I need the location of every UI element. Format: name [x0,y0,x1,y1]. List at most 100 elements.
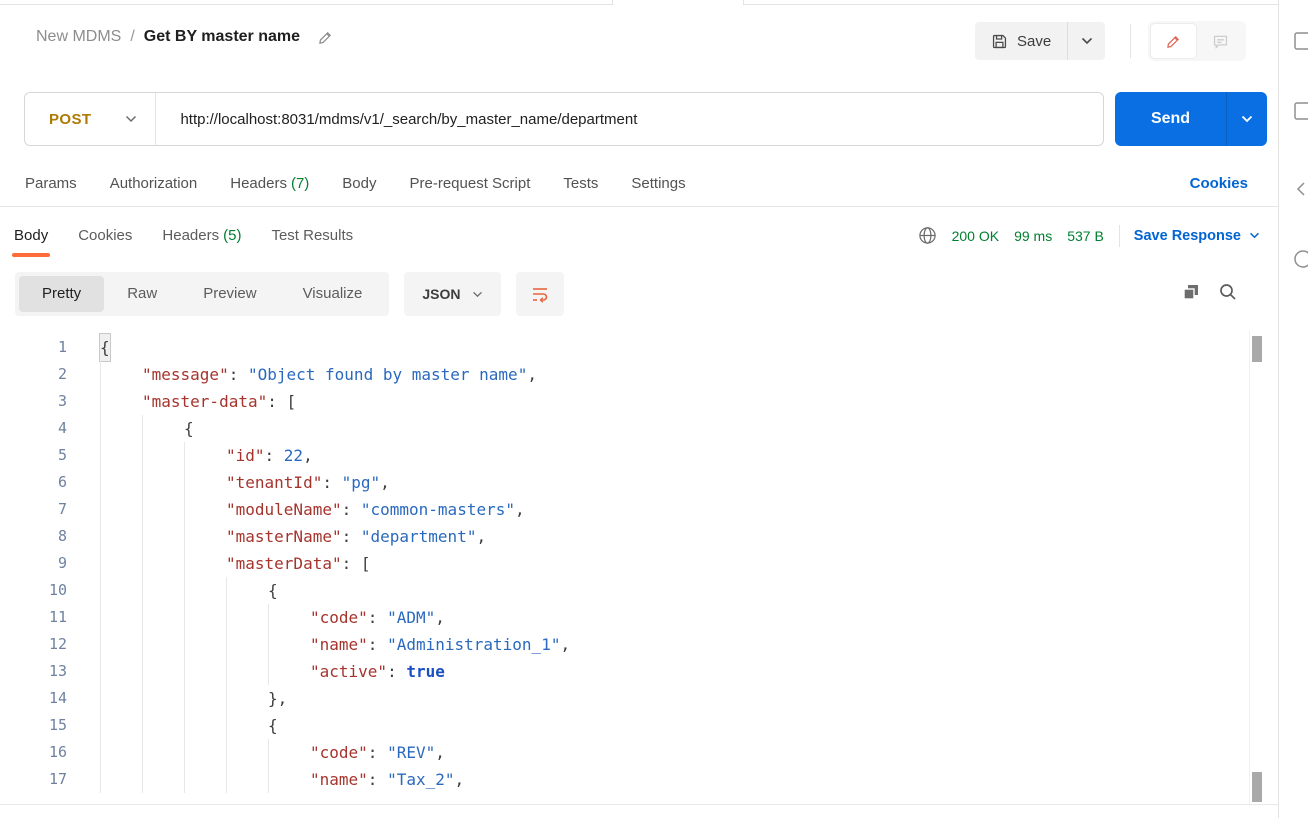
globe-icon[interactable] [918,226,937,245]
comments-panel-icon[interactable] [1293,101,1308,121]
save-response-button[interactable]: Save Response [1126,228,1260,244]
indent-guide [142,550,184,577]
indent-guide [268,604,310,631]
edit-mode-button[interactable] [1151,24,1196,58]
request-tab-body[interactable]: Body [342,175,376,192]
indent-guide [184,631,226,658]
indent-guide [184,739,226,766]
url-input[interactable] [180,111,1091,128]
code-line: 7"moduleName": "common-masters", [0,496,1248,523]
line-number: 6 [0,469,67,496]
status-badge[interactable]: 200 OK [952,228,999,244]
indent-guide [184,496,226,523]
send-button-group: Send [1115,92,1267,146]
response-tab-body[interactable]: Body [14,212,48,259]
search-icon[interactable] [1218,282,1238,302]
scrollbar-thumb[interactable] [1252,336,1262,362]
tab-divider [612,0,613,5]
view-mode-visualize[interactable]: Visualize [280,276,386,312]
indent-guide [100,631,142,658]
indent-guide [100,604,142,631]
scrollbar-thumb[interactable] [1252,772,1262,802]
indent-guide [142,523,184,550]
response-tab-test-results[interactable]: Test Results [271,212,353,259]
chevron-left-icon[interactable] [1293,179,1308,199]
cookies-link[interactable]: Cookies [1190,160,1248,207]
indent-guide [142,685,184,712]
response-tab-cookies[interactable]: Cookies [78,212,132,259]
comment-icon [1212,33,1229,50]
indent-guide [100,415,142,442]
language-selector[interactable]: JSON [404,272,501,316]
breadcrumb-collection[interactable]: New MDMS [36,28,121,46]
line-number: 13 [0,658,67,685]
code-line: 11"code": "ADM", [0,604,1248,631]
indent-guide [100,739,142,766]
chevron-down-icon [1241,115,1253,123]
indent-guide [184,550,226,577]
request-tab-settings[interactable]: Settings [631,175,685,192]
indent-guide [100,685,142,712]
help-icon[interactable] [1293,249,1308,269]
code-line: 3"master-data": [ [0,388,1248,415]
indent-guide [100,712,142,739]
active-tab-underline [12,253,50,257]
view-mode-preview[interactable]: Preview [180,276,279,312]
meta-divider [1119,225,1120,247]
code-line: 5"id": 22, [0,442,1248,469]
response-body-code[interactable]: 1{2"message": "Object found by master na… [0,331,1248,804]
comments-button[interactable] [1198,24,1243,58]
request-tab-pre-request-script[interactable]: Pre-request Script [410,175,531,192]
request-url-bar: POST [24,92,1104,146]
save-options-button[interactable] [1067,22,1105,60]
indent-guide [100,496,142,523]
indent-guide [226,604,268,631]
indent-guide [100,388,142,415]
indent-guide [100,361,142,388]
view-mode-raw[interactable]: Raw [104,276,180,312]
response-tab-headers[interactable]: Headers(5) [162,212,241,259]
indent-guide [226,712,268,739]
method-selector[interactable]: POST [25,111,155,128]
response-time[interactable]: 99 ms [1014,228,1052,244]
indent-guide [268,658,310,685]
line-number: 14 [0,685,67,712]
response-view-toolbar: Pretty Raw Preview Visualize JSON [15,272,564,316]
chevron-down-icon [472,291,483,298]
send-options-button[interactable] [1226,92,1267,146]
save-button[interactable]: Save [975,22,1067,60]
indent-guide [100,766,142,793]
code-scroll-track [1249,331,1250,804]
indent-guide [142,604,184,631]
send-button[interactable]: Send [1115,92,1226,146]
response-size[interactable]: 537 B [1067,228,1104,244]
line-number: 9 [0,550,67,577]
send-button-label: Send [1151,110,1190,128]
wrap-lines-button[interactable] [516,272,564,316]
copy-icon[interactable] [1181,282,1201,302]
request-tab-headers[interactable]: Headers(7) [230,175,309,192]
line-number: 15 [0,712,67,739]
view-mode-pretty[interactable]: Pretty [19,276,104,312]
pencil-icon [1165,33,1182,50]
indent-guide [184,658,226,685]
code-line: 10{ [0,577,1248,604]
mode-toggle-group [1148,21,1246,61]
code-line: 13"active": true [0,658,1248,685]
indent-guide [142,577,184,604]
response-pane-bottom-border [0,804,1278,805]
code-line: 9"masterData": [ [0,550,1248,577]
language-label: JSON [422,286,460,302]
line-number: 3 [0,388,67,415]
documentation-icon[interactable] [1293,31,1308,51]
request-tab-tests[interactable]: Tests [563,175,598,192]
indent-guide [142,496,184,523]
method-label: POST [49,111,91,128]
breadcrumb-request-name[interactable]: Get BY master name [144,28,300,46]
indent-guide [142,712,184,739]
edit-request-name-button[interactable] [317,29,334,46]
indent-guide [226,631,268,658]
url-divider [155,93,156,145]
request-tab-authorization[interactable]: Authorization [110,175,198,192]
request-tab-params[interactable]: Params [25,175,77,192]
